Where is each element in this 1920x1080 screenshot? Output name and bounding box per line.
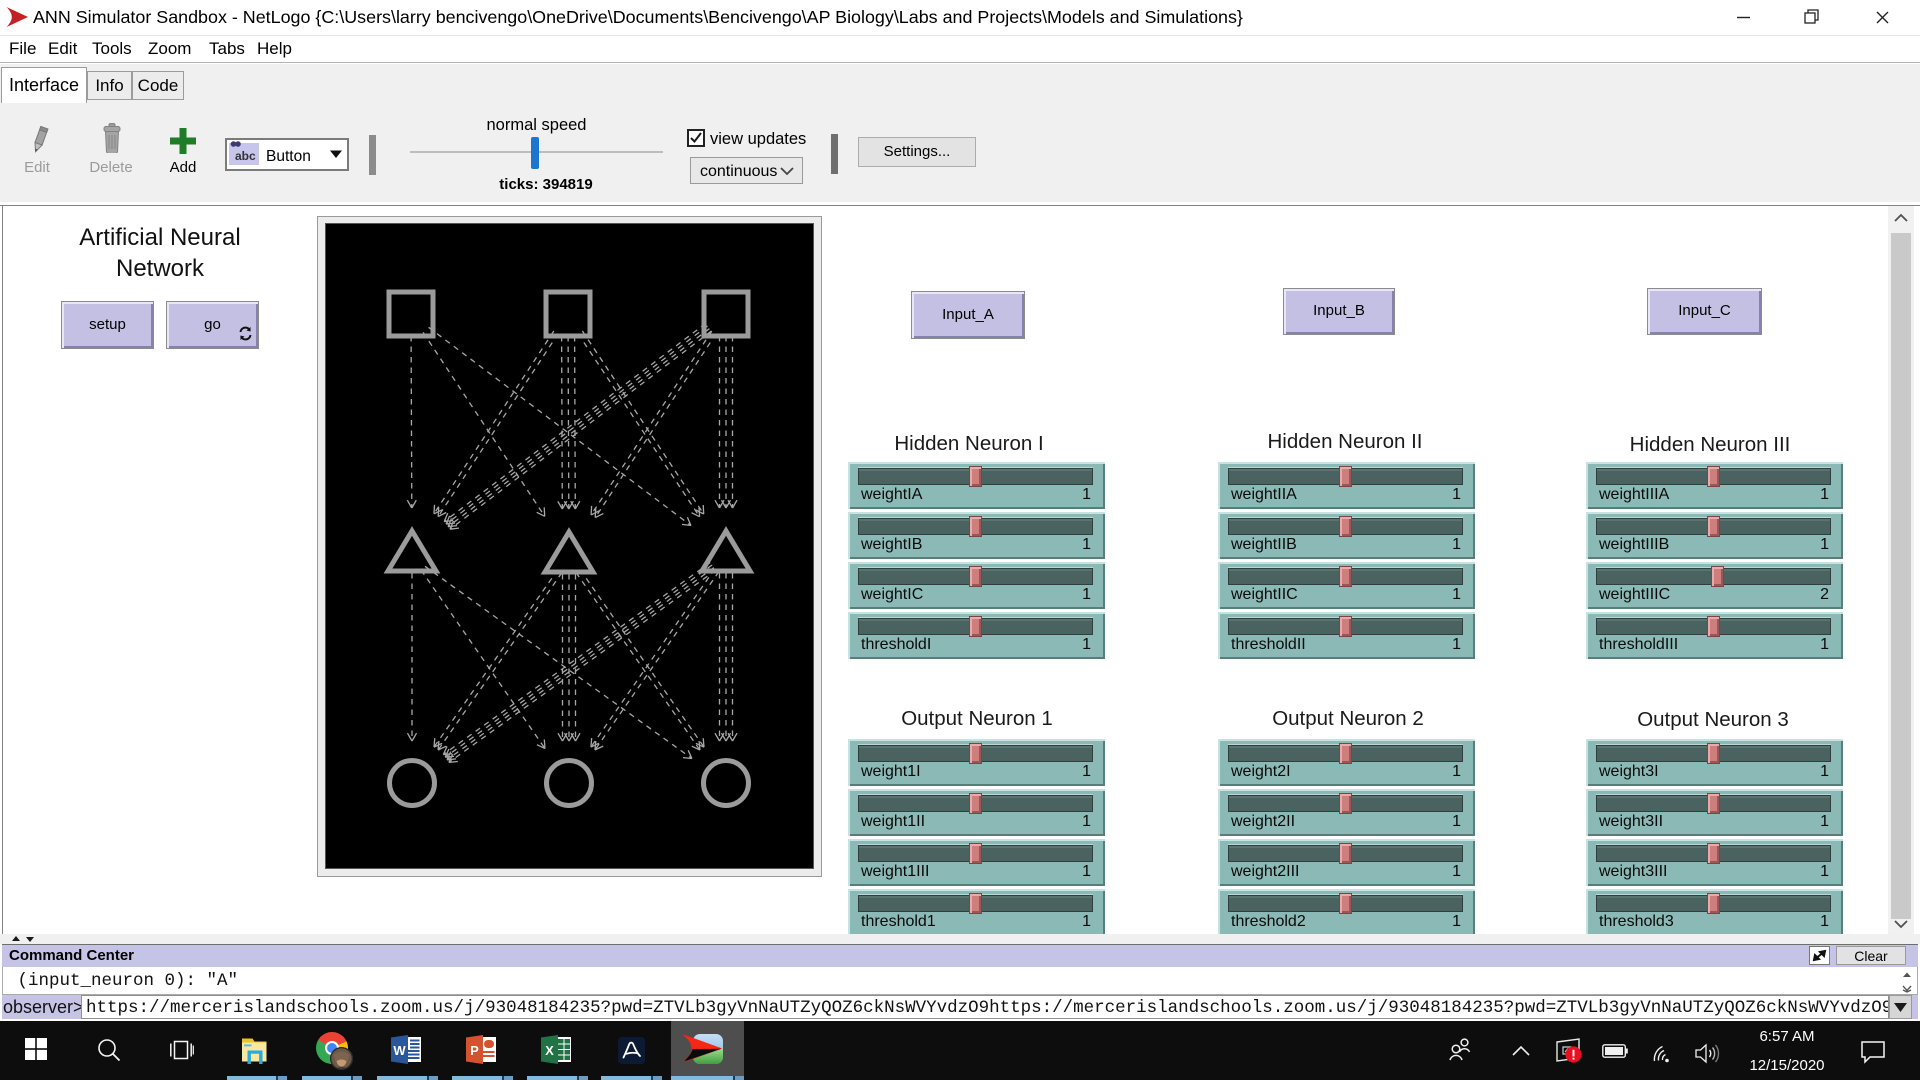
svg-text:W: W <box>393 1043 406 1058</box>
svg-text:P: P <box>470 1043 479 1058</box>
svg-text:X: X <box>545 1043 554 1058</box>
